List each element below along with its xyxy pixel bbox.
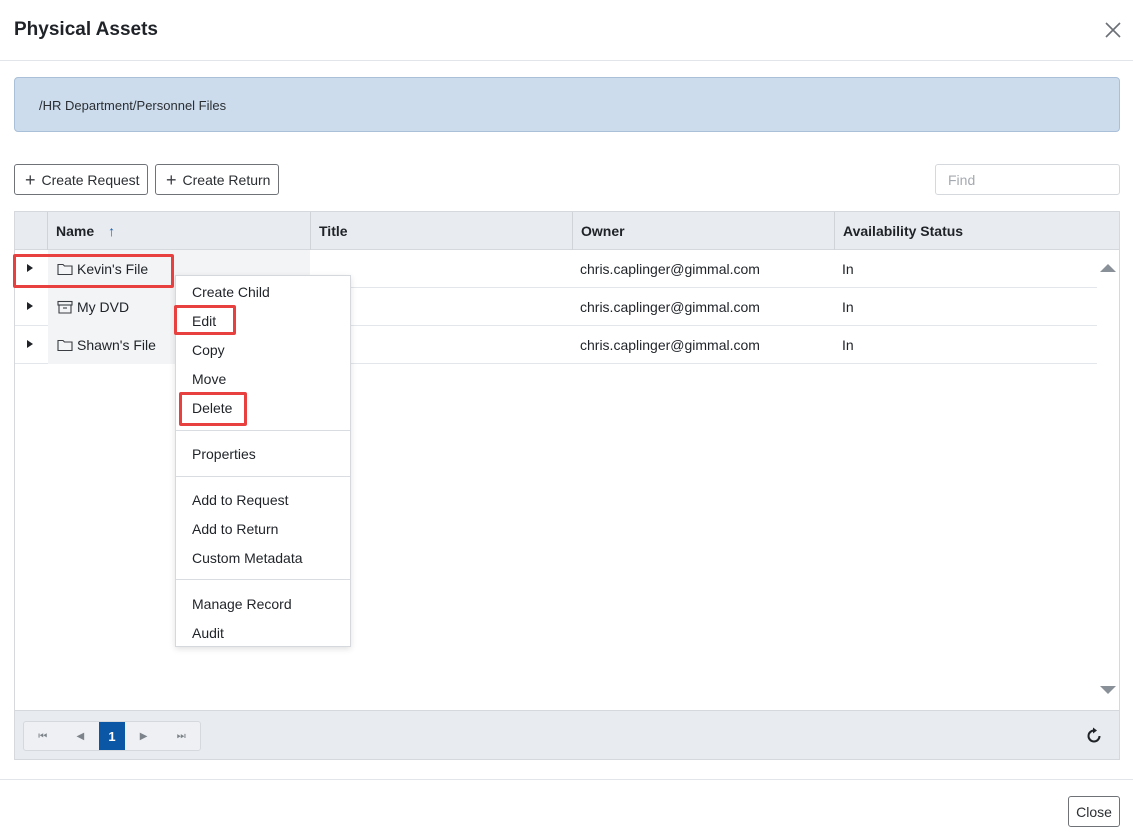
menu-divider	[176, 579, 350, 580]
expand-arrow-icon[interactable]	[27, 264, 33, 272]
plus-icon: +	[166, 169, 177, 190]
breadcrumb: /HR Department/Personnel Files	[14, 77, 1120, 132]
menu-item-move[interactable]: Move	[192, 371, 226, 387]
grid-header: Name ↑ Title Owner Availability Status	[15, 212, 1119, 250]
folder-icon	[57, 263, 73, 276]
create-request-button[interactable]: + Create Request	[14, 164, 148, 195]
column-header-title-label: Title	[319, 223, 348, 239]
menu-item-copy[interactable]: Copy	[192, 342, 225, 358]
column-header-availability-status[interactable]: Availability Status	[834, 212, 1119, 250]
create-return-button[interactable]: + Create Return	[155, 164, 279, 195]
expand-arrow-icon[interactable]	[27, 302, 33, 310]
row-status: In	[842, 299, 854, 315]
menu-item-properties[interactable]: Properties	[192, 446, 256, 462]
footer-divider	[0, 779, 1133, 780]
physical-assets-dialog: Physical Assets /HR Department/Personnel…	[0, 0, 1133, 836]
folder-icon	[57, 339, 73, 352]
menu-item-add-to-return[interactable]: Add to Return	[192, 521, 278, 537]
menu-item-create-child[interactable]: Create Child	[192, 284, 270, 300]
close-icon[interactable]	[1102, 19, 1124, 41]
row-name: Shawn's File	[77, 337, 156, 353]
menu-item-delete[interactable]: Delete	[192, 400, 232, 416]
menu-item-edit[interactable]: Edit	[192, 313, 216, 329]
menu-item-add-to-request[interactable]: Add to Request	[192, 492, 289, 508]
menu-item-audit[interactable]: Audit	[192, 625, 224, 641]
vertical-scrollbar[interactable]	[1097, 250, 1119, 710]
scroll-down-arrow-icon[interactable]	[1100, 686, 1116, 694]
column-header-owner-label: Owner	[581, 223, 625, 239]
column-header-name[interactable]: Name ↑	[47, 212, 310, 250]
previous-page-button[interactable]: ◀	[62, 722, 100, 750]
page-number-current[interactable]: 1	[99, 722, 125, 750]
menu-divider	[176, 476, 350, 477]
plus-icon: +	[25, 169, 36, 190]
dialog-title: Physical Assets	[14, 19, 158, 40]
dialog-header: Physical Assets	[0, 0, 1133, 61]
menu-item-custom-metadata[interactable]: Custom Metadata	[192, 550, 303, 566]
last-page-button[interactable]: ⏭	[162, 722, 200, 750]
row-status: In	[842, 261, 854, 277]
column-header-title[interactable]: Title	[310, 212, 573, 250]
create-return-label: Create Return	[182, 171, 271, 188]
pager: ⏮ ◀ 1 ▶ ⏭	[15, 710, 1119, 759]
pager-controls: ⏮ ◀ 1 ▶ ⏭	[23, 721, 201, 751]
column-header-name-label: Name	[56, 223, 95, 239]
create-request-label: Create Request	[41, 171, 140, 188]
find-input[interactable]	[935, 164, 1120, 195]
archive-box-icon	[57, 300, 73, 314]
close-button[interactable]: Close	[1068, 796, 1120, 827]
row-owner: chris.caplinger@gimmal.com	[580, 261, 760, 277]
row-name: My DVD	[77, 299, 130, 315]
row-name: Kevin's File	[77, 261, 149, 277]
first-page-button[interactable]: ⏮	[24, 722, 62, 750]
row-owner: chris.caplinger@gimmal.com	[580, 337, 760, 353]
breadcrumb-path: /HR Department/Personnel Files	[39, 98, 227, 113]
menu-divider	[176, 430, 350, 431]
context-menu: Create Child Edit Copy Move Delete Prope…	[175, 275, 351, 647]
column-header-status-label: Availability Status	[843, 223, 964, 239]
sort-ascending-icon: ↑	[108, 223, 116, 239]
column-header-owner[interactable]: Owner	[572, 212, 835, 250]
expand-arrow-icon[interactable]	[27, 340, 33, 348]
scroll-up-arrow-icon[interactable]	[1100, 264, 1116, 272]
row-owner: chris.caplinger@gimmal.com	[580, 299, 760, 315]
menu-item-manage-record[interactable]: Manage Record	[192, 596, 292, 612]
row-status: In	[842, 337, 854, 353]
refresh-icon[interactable]	[1085, 727, 1103, 745]
next-page-button[interactable]: ▶	[125, 722, 163, 750]
